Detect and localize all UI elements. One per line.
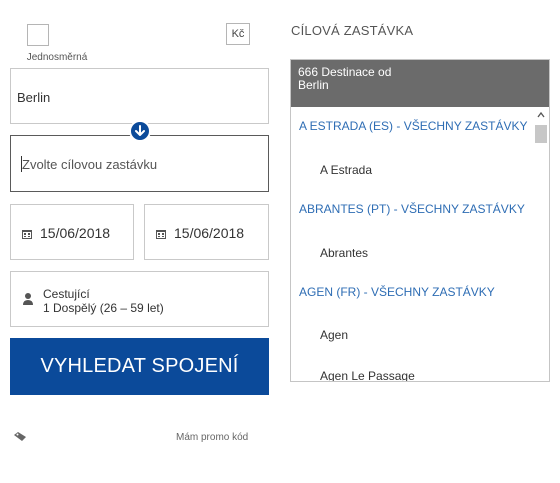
calendar-icon [156, 230, 166, 239]
passengers-title: Cestující [43, 287, 90, 301]
destination-stop-item[interactable]: A Estrada [291, 163, 535, 177]
passengers-value: 1 Dospělý (26 – 59 let) [43, 301, 164, 315]
currency-button[interactable]: Kč [226, 23, 250, 45]
from-value: Berlin [17, 90, 51, 105]
one-way-label: Jednosměrná [26, 52, 88, 63]
destination-origin: Berlin [298, 78, 329, 92]
destination-dropdown: 666 Destinace od Berlin A ESTRADA (ES) -… [290, 59, 550, 382]
destination-group-item[interactable]: ABRANTES (PT) - VŠECHNY ZASTÁVKY [291, 202, 535, 216]
to-placeholder: Zvolte cílovou zastávku [22, 157, 158, 172]
destination-heading: CÍLOVÁ ZASTÁVKA [291, 23, 414, 38]
destination-scrollbar[interactable] [533, 107, 549, 381]
swap-direction-button[interactable] [129, 120, 151, 142]
promo-code-link[interactable]: Mám promo kód [176, 432, 248, 443]
tag-icon [14, 432, 26, 441]
to-field[interactable]: Zvolte cílovou zastávku [10, 135, 269, 192]
scrollbar-thumb[interactable] [535, 125, 547, 143]
return-date-value: 15/06/2018 [174, 225, 245, 241]
destination-count-header: 666 Destinace od Berlin [291, 60, 549, 107]
return-date-field[interactable]: 15/06/2018 [144, 204, 269, 260]
depart-date-field[interactable]: 15/06/2018 [10, 204, 134, 260]
arrow-down-icon [135, 125, 145, 136]
person-icon [23, 293, 33, 305]
destination-group-item[interactable]: A ESTRADA (ES) - VŠECHNY ZASTÁVKY [291, 119, 535, 133]
chevron-up-icon[interactable] [537, 111, 545, 119]
destination-list: A ESTRADA (ES) - VŠECHNY ZASTÁVKY A Estr… [291, 107, 535, 381]
destination-group-item[interactable]: AGEN (FR) - VŠECHNY ZASTÁVKY [291, 285, 535, 299]
destination-stop-item[interactable]: Abrantes [291, 246, 535, 260]
depart-date-value: 15/06/2018 [40, 225, 111, 241]
destination-stop-item[interactable]: Agen Le Passage [291, 369, 535, 381]
destination-count: 666 Destinace od [298, 65, 392, 79]
passengers-field[interactable]: Cestující 1 Dospělý (26 – 59 let) [10, 271, 269, 327]
one-way-checkbox[interactable] [27, 24, 49, 46]
calendar-icon [22, 230, 32, 239]
search-button[interactable]: VYHLEDAT SPOJENÍ [10, 338, 269, 395]
from-field[interactable]: Berlin [10, 68, 269, 124]
destination-stop-item[interactable]: Agen [291, 328, 535, 342]
